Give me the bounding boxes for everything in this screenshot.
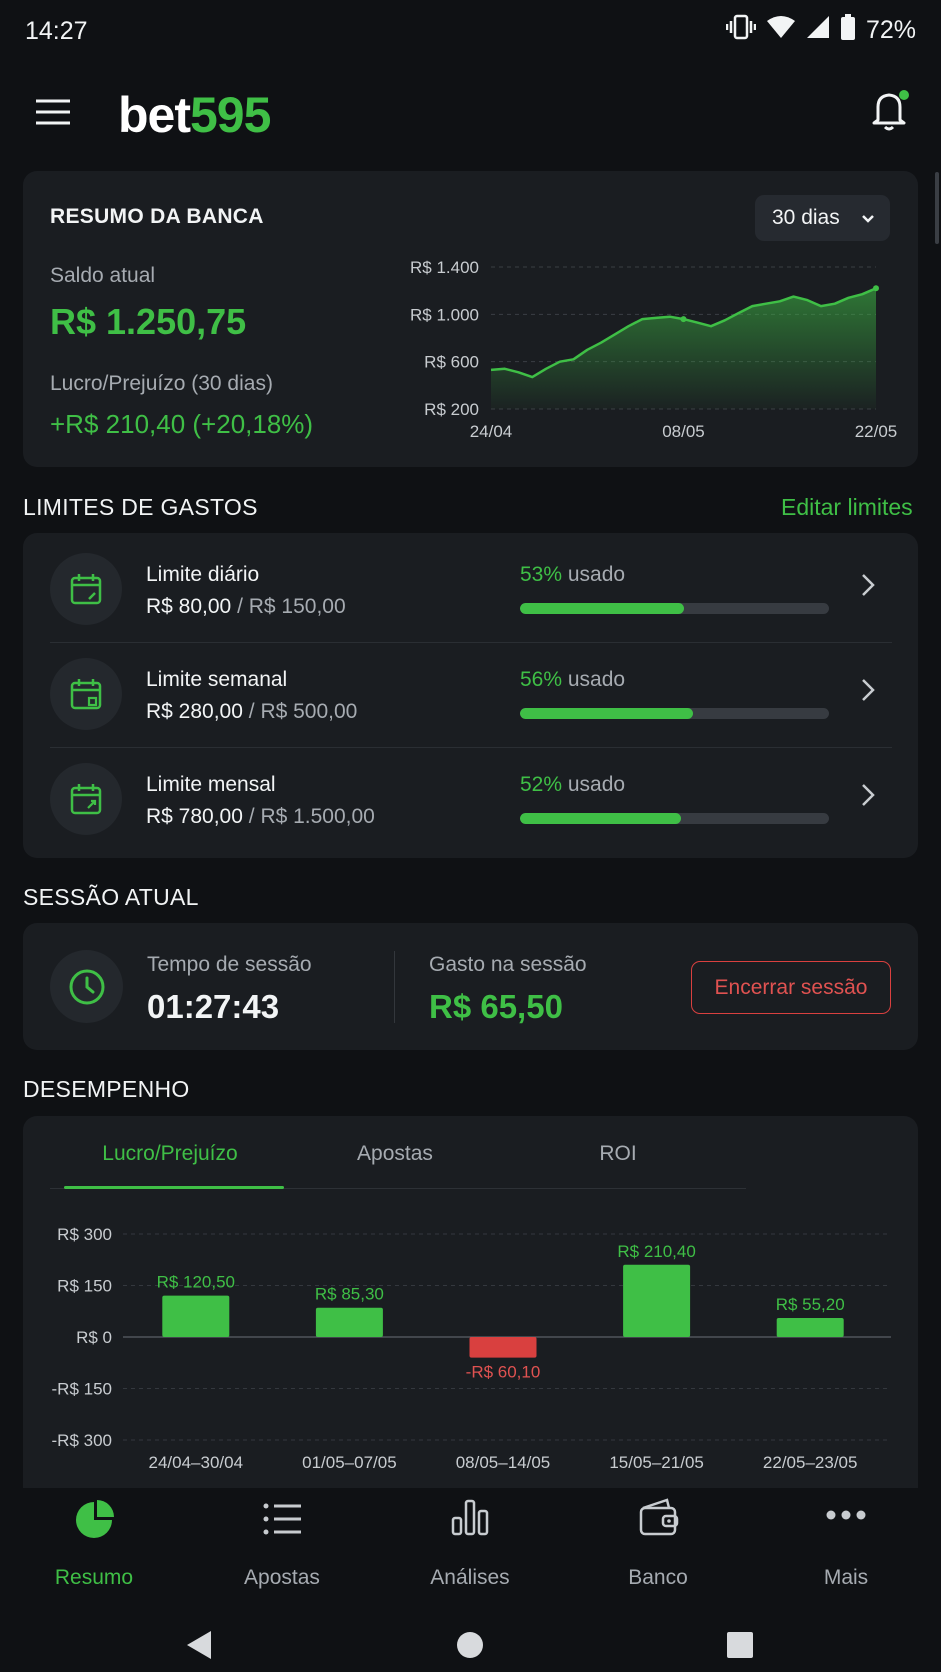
wifi-icon	[766, 15, 796, 46]
battery-icon	[840, 14, 856, 47]
menu-icon[interactable]	[36, 99, 70, 130]
limit-row-monthly[interactable]: Limite mensal R$ 780,00 / R$ 1.500,00 52…	[23, 745, 918, 849]
divider	[394, 951, 395, 1023]
status-bar: 14:27 72%	[0, 0, 941, 62]
app-logo: bet595	[118, 87, 271, 143]
limit-amount: R$ 780,00 / R$ 1.500,00	[146, 805, 375, 828]
limit-usage: 53% usado	[520, 563, 626, 586]
x-tick-label: 08/05–14/05	[456, 1453, 551, 1472]
limit-progress-bar	[520, 813, 829, 824]
weekly-pnl-bar-chart: R$ 300 R$ 150 R$ 0 -R$ 150 -R$ 300 R$ 120,50 2…	[52, 1225, 891, 1472]
x-tick-label: 24/04–30/04	[149, 1453, 244, 1472]
balance-area	[491, 288, 876, 409]
bar	[469, 1337, 537, 1358]
limit-progress-fill	[520, 708, 694, 719]
bar-value-label: R$ 120,50	[157, 1273, 235, 1292]
bar	[776, 1318, 844, 1337]
signal-icon	[806, 15, 830, 46]
chevron-right-icon	[861, 678, 875, 707]
performance-section-title: DESEMPENHO	[23, 1076, 190, 1102]
edit-limits-link[interactable]: Editar limites	[781, 494, 913, 521]
system-home-icon[interactable]	[456, 1631, 484, 1664]
notification-bell-icon[interactable]	[870, 88, 910, 137]
x-tick-label: 24/04	[470, 422, 513, 441]
y-tick-label: R$ 1.000	[410, 305, 479, 324]
calendar-icon	[50, 763, 122, 835]
session-spent-label: Gasto na sessão	[429, 953, 587, 976]
wallet-icon	[639, 1498, 679, 1541]
y-tick-label: R$ 600	[424, 353, 479, 372]
limit-progress-bar	[520, 708, 829, 719]
bar	[623, 1264, 691, 1337]
calendar-icon	[50, 658, 122, 730]
limits-section-title: LIMITES DE GASTOS	[23, 494, 258, 520]
bar-value-label: R$ 210,40	[617, 1242, 695, 1261]
x-tick-label: 22/05–23/05	[763, 1453, 858, 1472]
limit-usage: 56% usado	[520, 668, 626, 691]
battery-level: 72%	[865, 16, 916, 44]
y-tick-label: R$ 150	[57, 1277, 112, 1296]
session-spent-value: R$ 65,50	[429, 988, 563, 1025]
y-tick-label: -R$ 300	[52, 1431, 112, 1450]
spending-limits-card: Limite diário R$ 80,00 / R$ 150,00 53% u…	[23, 533, 918, 858]
list-icon	[263, 1502, 301, 1541]
y-tick-label: R$ 300	[57, 1225, 112, 1244]
x-tick-label: 15/05–21/05	[609, 1453, 704, 1472]
bar-value-label: -R$ 60,10	[466, 1363, 541, 1382]
limit-title: Limite mensal	[146, 773, 276, 796]
bar-value-label: R$ 85,30	[315, 1285, 384, 1304]
balance-point	[873, 285, 879, 292]
nav-label: Mais	[823, 1566, 869, 1589]
bar	[162, 1295, 230, 1337]
y-tick-label: R$ 200	[424, 400, 479, 419]
bar	[315, 1307, 383, 1337]
limit-usage: 52% usado	[520, 773, 626, 796]
bottom-nav: Resumo Apostas Análises Banco Mais	[0, 1488, 941, 1672]
session-time-value: 01:27:43	[147, 988, 280, 1025]
pie-chart-icon	[74, 1500, 114, 1545]
nav-label: Apostas	[244, 1566, 320, 1589]
chevron-right-icon	[861, 573, 875, 602]
end-session-button[interactable]: Encerrar sessão	[691, 961, 891, 1014]
limit-progress-fill	[520, 813, 681, 824]
y-tick-label: -R$ 150	[52, 1380, 112, 1399]
calendar-icon	[50, 553, 122, 625]
x-tick-label: 22/05	[855, 422, 898, 441]
app-header: bet595	[0, 76, 941, 156]
bar-chart-icon	[451, 1498, 489, 1541]
session-time-label: Tempo de sessão	[147, 953, 312, 976]
limit-progress-fill	[520, 603, 684, 614]
limit-amount: R$ 80,00 / R$ 150,00	[146, 595, 346, 618]
bankroll-summary-card: RESUMO DA BANCA 30 dias Saldo atual R$ 1…	[23, 171, 918, 467]
chevron-right-icon	[861, 783, 875, 812]
bar-value-label: R$ 55,20	[776, 1295, 845, 1314]
balance-point	[680, 316, 687, 323]
limit-title: Limite diário	[146, 563, 260, 586]
scrollbar[interactable]	[935, 172, 939, 244]
status-time: 14:27	[25, 17, 88, 45]
balance-line-chart: R$ 200 R$ 600 R$ 1.000 R$ 1.400 24/04 08/05 22…	[410, 258, 898, 441]
limit-row-weekly[interactable]: Limite semanal R$ 280,00 / R$ 500,00 56%…	[23, 640, 918, 744]
limit-progress-bar	[520, 603, 829, 614]
performance-card: Lucro/Prejuízo Apostas ROI R$ 300 R$ 150 R…	[23, 1116, 918, 1498]
nav-label: Resumo	[54, 1566, 134, 1589]
system-recents-icon[interactable]	[726, 1631, 754, 1664]
clock-icon	[50, 950, 123, 1023]
more-icon	[826, 1508, 866, 1526]
x-tick-label: 01/05–07/05	[302, 1453, 397, 1472]
nav-label: Análises	[430, 1566, 510, 1589]
y-tick-label: R$ 1.400	[410, 258, 479, 277]
limit-title: Limite semanal	[146, 668, 288, 691]
nav-label: Banco	[628, 1566, 688, 1589]
current-session-card: Tempo de sessão 01:27:43 Gasto na sessão…	[23, 923, 918, 1050]
y-tick-label: R$ 0	[76, 1328, 112, 1347]
session-section-title: SESSÃO ATUAL	[23, 884, 199, 910]
system-back-icon[interactable]	[185, 1630, 213, 1665]
limit-amount: R$ 280,00 / R$ 500,00	[146, 700, 358, 723]
limit-row-daily[interactable]: Limite diário R$ 80,00 / R$ 150,00 53% u…	[23, 535, 918, 639]
vibrate-icon	[725, 14, 757, 47]
x-tick-label: 08/05	[662, 422, 705, 441]
